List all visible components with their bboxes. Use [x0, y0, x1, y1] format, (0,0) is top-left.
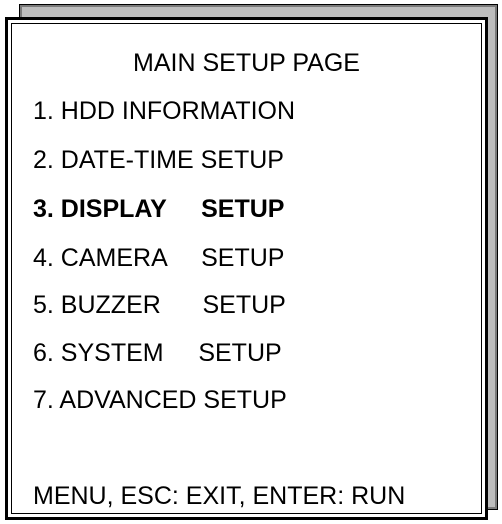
key-hint-footer: MENU, ESC: EXIT, ENTER: RUN — [33, 482, 406, 510]
menu-title: MAIN SETUP PAGE — [133, 49, 360, 77]
menu-item-camera-setup[interactable]: 4. CAMERA SETUP — [33, 243, 284, 273]
menu-item-system-setup[interactable]: 6. SYSTEM SETUP — [33, 338, 282, 368]
menu-item-hdd-information[interactable]: 1. HDD INFORMATION — [33, 96, 295, 126]
menu-item-buzzer-setup[interactable]: 5. BUZZER SETUP — [33, 290, 286, 320]
menu-item-date-time-setup[interactable]: 2. DATE-TIME SETUP — [33, 145, 284, 175]
menu-item-advanced-setup[interactable]: 7. ADVANCED SETUP — [33, 385, 287, 415]
menu-item-display-setup[interactable]: 3. DISPLAY SETUP — [33, 194, 284, 224]
main-setup-menu: MAIN SETUP PAGE 1. HDD INFORMATION 2. DA… — [5, 17, 488, 520]
